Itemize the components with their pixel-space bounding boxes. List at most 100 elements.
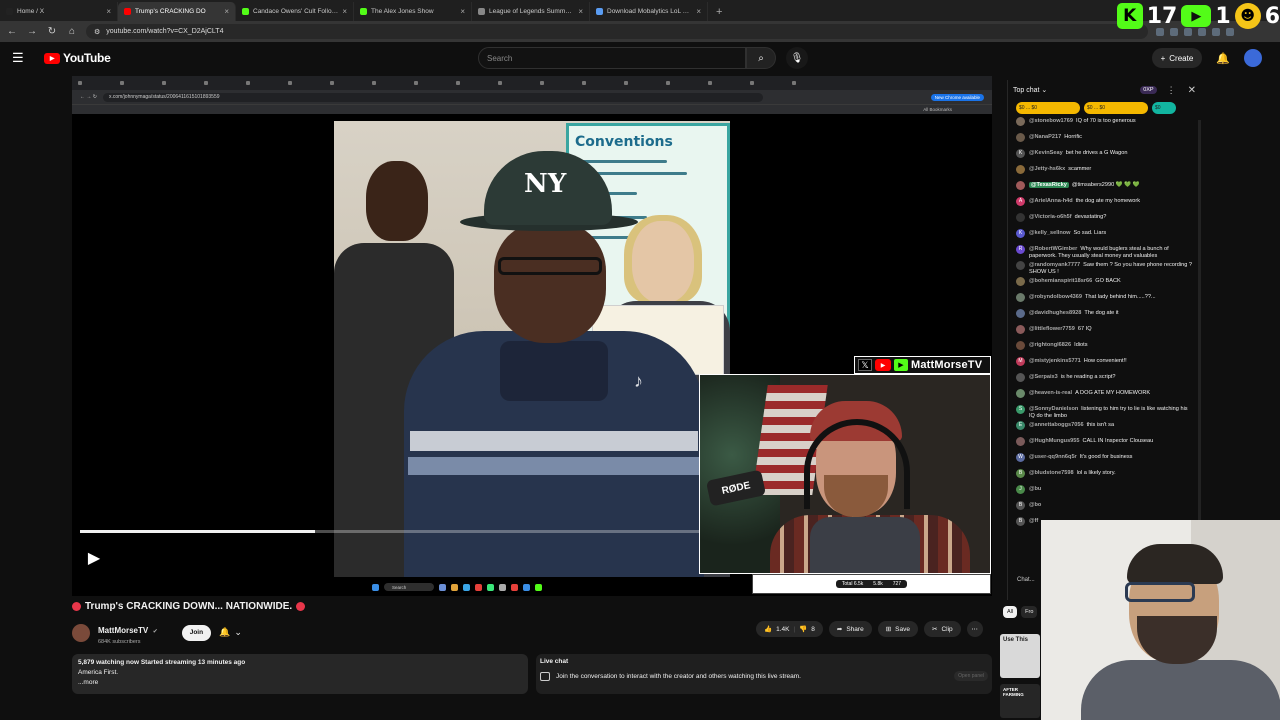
chat-author[interactable]: @HughMungus955 — [1029, 438, 1080, 444]
chat-author[interactable]: @NanaP217 — [1029, 134, 1061, 140]
chat-author[interactable]: @bu — [1029, 486, 1041, 492]
chat-author[interactable]: @randomyank7777 — [1029, 262, 1080, 268]
chat-input-stub[interactable]: Chat... — [1007, 572, 1041, 588]
channel-avatar[interactable] — [72, 623, 90, 642]
url-input[interactable]: ⚙ youtube.com/watch?v=CX_D2AjCLT4 — [86, 24, 1148, 39]
chat-author[interactable]: @bohemianspirit18sr66 — [1029, 278, 1092, 284]
share-button[interactable]: ➦ Share — [828, 621, 872, 637]
chat-author[interactable]: @kelly_sellnow — [1029, 230, 1071, 236]
recommended-video-thumbnail[interactable]: Use This — [1000, 634, 1040, 678]
chat-author-avatar[interactable]: B — [1016, 501, 1025, 510]
browser-tab[interactable]: Candace Owens' Cult Followers × — [236, 2, 354, 21]
youtube-logo[interactable]: ▶ YouTube — [44, 51, 111, 65]
chat-author[interactable]: @rightongl6826 — [1029, 342, 1071, 348]
chat-author[interactable]: @user-qq9nn6q5r — [1029, 454, 1077, 460]
chat-author[interactable]: @littleflower7759 — [1029, 326, 1075, 332]
search-button[interactable]: ⌕ — [746, 47, 776, 69]
site-info-icon[interactable]: ⚙ — [94, 28, 100, 36]
tab-close-icon[interactable]: × — [342, 7, 347, 16]
chat-author[interactable]: @SonnyDanielson — [1029, 406, 1078, 412]
like-button[interactable]: 👍 1.4K | 👎 8 — [756, 621, 823, 637]
chat-author-avatar[interactable] — [1016, 261, 1025, 270]
chat-author[interactable]: @Serpaix3 — [1029, 374, 1058, 380]
chat-author[interactable]: @KevinSeay — [1029, 150, 1063, 156]
play-button[interactable]: ▶ — [84, 548, 104, 568]
chat-author-avatar[interactable] — [1016, 181, 1025, 190]
chat-author-avatar[interactable] — [1016, 309, 1025, 318]
menu-icon[interactable]: ☰ — [12, 50, 30, 66]
chat-author[interactable]: @ArielAnna-h4d — [1029, 198, 1073, 204]
chat-author[interactable]: @mistyjenkins5771 — [1029, 358, 1081, 364]
super-chat-pill[interactable]: $0 ... $0 — [1084, 102, 1148, 114]
chat-author[interactable]: @robyndolbow4369 — [1029, 294, 1082, 300]
chat-author-avatar[interactable] — [1016, 293, 1025, 302]
back-icon[interactable]: ← — [6, 26, 18, 37]
browser-tab[interactable]: Trump's CRACKING DO × — [118, 2, 236, 21]
save-button[interactable]: ⊞ Save — [877, 621, 918, 637]
tab-close-icon[interactable]: × — [106, 7, 111, 16]
chat-author-avatar[interactable] — [1016, 325, 1025, 334]
chat-author-avatar[interactable]: W — [1016, 453, 1025, 462]
chat-author-avatar[interactable] — [1016, 277, 1025, 286]
voice-search-button[interactable]: 🎙 — [786, 47, 808, 69]
search-input[interactable]: Search — [478, 47, 746, 69]
chat-author-avatar[interactable]: S — [1016, 405, 1025, 414]
chat-author[interactable]: @heaven-is-real — [1029, 390, 1072, 396]
home-icon[interactable]: ⌂ — [66, 26, 78, 37]
notifications-bell-icon[interactable]: 🔔 — [1216, 52, 1230, 65]
chat-author-avatar[interactable] — [1016, 341, 1025, 350]
chat-author-avatar[interactable] — [1016, 133, 1025, 142]
chip-from[interactable]: Fro — [1021, 606, 1038, 618]
description-more-link[interactable]: ...more — [78, 678, 522, 688]
chat-author[interactable]: @bo — [1029, 502, 1041, 508]
chat-author-avatar[interactable]: B — [1016, 469, 1025, 478]
browser-tab[interactable]: Home / X × — [0, 2, 118, 21]
chat-author-avatar[interactable]: A — [1016, 197, 1025, 206]
chat-author[interactable]: @bludstone7598 — [1029, 470, 1074, 476]
join-button[interactable]: Join — [181, 624, 212, 641]
chat-author[interactable]: @TexasRicky — [1029, 182, 1069, 188]
chat-author[interactable]: @annettaboggs7056 — [1029, 422, 1084, 428]
channel-name[interactable]: MattMorseTV — [98, 626, 148, 635]
chat-author[interactable]: @stonebow1769 — [1029, 118, 1073, 124]
chat-more-icon[interactable]: ⋮ — [1167, 85, 1176, 96]
tab-close-icon[interactable]: × — [578, 7, 583, 16]
more-actions-button[interactable]: ⋯ — [966, 621, 983, 637]
browser-tab[interactable]: The Alex Jones Show × — [354, 2, 472, 21]
chat-author-avatar[interactable]: B — [1016, 517, 1025, 526]
close-icon[interactable]: ✕ — [1188, 85, 1196, 96]
chat-author-avatar[interactable] — [1016, 389, 1025, 398]
reload-icon[interactable]: ↻ — [46, 26, 58, 37]
chat-mode-selector[interactable]: Top chat ⌄ — [1013, 86, 1047, 94]
chip-all[interactable]: All — [1003, 606, 1018, 618]
browser-tab[interactable]: Download Mobalytics LoL Desk × — [590, 2, 708, 21]
chat-author-avatar[interactable]: J — [1016, 485, 1025, 494]
chat-scrollbar[interactable] — [1198, 120, 1201, 520]
tab-close-icon[interactable]: × — [460, 7, 465, 16]
chat-author-avatar[interactable]: K — [1016, 229, 1025, 238]
chat-author-avatar[interactable]: E — [1016, 421, 1025, 430]
account-avatar[interactable] — [1244, 49, 1262, 67]
tab-close-icon[interactable]: × — [224, 7, 229, 16]
thumbs-down-icon[interactable]: 👎 — [799, 625, 807, 633]
clip-button[interactable]: ✂ Clip — [923, 621, 961, 637]
chat-author[interactable]: @RobertWGimber — [1029, 246, 1077, 252]
super-chat-pill[interactable]: $0 — [1152, 102, 1176, 114]
chat-author-avatar[interactable]: M — [1016, 357, 1025, 366]
browser-tab[interactable]: League of Legends Summoner × — [472, 2, 590, 21]
new-tab-button[interactable]: + — [708, 2, 730, 21]
chat-author[interactable]: @ff — [1029, 518, 1038, 524]
tab-close-icon[interactable]: × — [696, 7, 701, 16]
chat-author[interactable]: @Jetty-hs6kx — [1029, 166, 1065, 172]
chat-author-avatar[interactable] — [1016, 373, 1025, 382]
forward-icon[interactable]: → — [26, 26, 38, 37]
subscribe-bell-button[interactable]: 🔔 ⌄ — [219, 627, 242, 638]
description-box[interactable]: 5,879 watching now Started streaming 13 … — [72, 654, 528, 694]
open-panel-button[interactable]: Open panel — [954, 671, 988, 681]
recommended-video-thumbnail[interactable]: AFTER FARMING — [1000, 684, 1040, 718]
chat-author-avatar[interactable] — [1016, 213, 1025, 222]
chat-author[interactable]: @davidhughes8928 — [1029, 310, 1081, 316]
chat-author-avatar[interactable]: R — [1016, 245, 1025, 254]
xp-badge[interactable]: 0XP — [1140, 86, 1157, 94]
chat-author-avatar[interactable] — [1016, 117, 1025, 126]
